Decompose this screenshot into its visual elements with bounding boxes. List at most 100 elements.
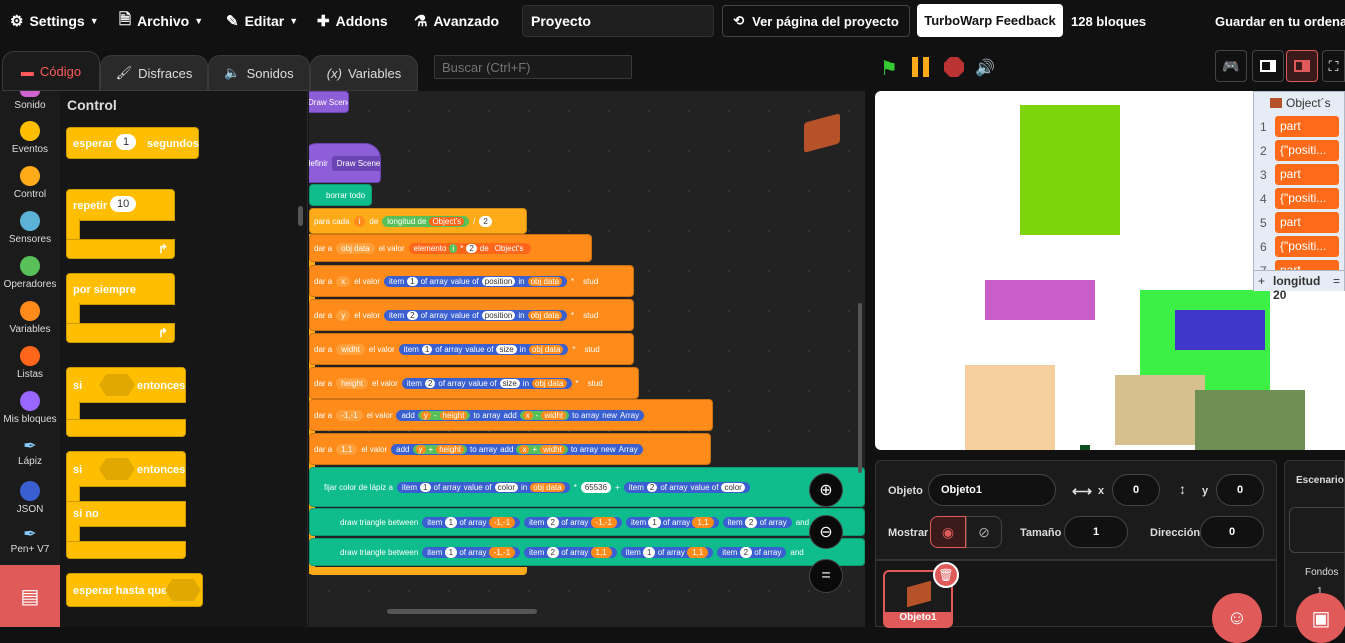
block-param[interactable]: 2 <box>744 516 758 528</box>
tab-sounds[interactable]: 🔈 Sonidos <box>208 55 310 91</box>
y-input[interactable]: 0 <box>1216 474 1264 506</box>
block-param[interactable]: y <box>336 309 351 321</box>
category-pen[interactable]: ✒ Lápiz <box>0 436 60 467</box>
direction-input[interactable]: 0 <box>1200 516 1264 548</box>
clear-block[interactable]: borrar todo <box>309 184 372 206</box>
block-param[interactable]: color <box>494 482 518 492</box>
block-param[interactable]: 2 <box>739 546 753 558</box>
add-sprite-button[interactable]: ☺ <box>1212 593 1262 643</box>
repeat-block[interactable]: repetir 10 <box>66 189 175 221</box>
pause-button[interactable] <box>912 57 932 77</box>
block-param[interactable]: y <box>415 444 426 454</box>
add-extension-button[interactable]: ▤ <box>0 565 60 627</box>
category-lists[interactable]: Listas <box>0 346 60 380</box>
list-value[interactable]: part <box>1275 260 1339 270</box>
mute-button[interactable]: 🔊 <box>975 58 995 78</box>
stage-thumbnail[interactable] <box>1289 507 1345 553</box>
pen-color-block[interactable]: fijar color de lápiz a item 1 of array valu… <box>309 467 865 507</box>
block-param[interactable]: 1,1 <box>692 516 714 528</box>
block-param[interactable]: obj data <box>532 378 567 388</box>
save-button[interactable]: Guardar en tu ordenado <box>1215 0 1345 42</box>
stop-button[interactable] <box>944 57 964 77</box>
sprite-name-input[interactable]: Objeto1 <box>928 474 1056 506</box>
block-param[interactable]: 2 <box>546 516 559 528</box>
delete-sprite-button[interactable]: 🗑 <box>933 562 959 588</box>
block-param[interactable]: 1 <box>648 516 661 528</box>
gamepad-button[interactable]: 🎮 <box>1215 50 1247 82</box>
see-project-button[interactable]: ⟲ Ver página del proyecto <box>722 5 910 37</box>
block-param[interactable]: i <box>353 215 366 227</box>
block-param[interactable]: obj data <box>527 276 563 286</box>
block-param[interactable]: x <box>519 444 530 454</box>
list-item[interactable]: 2 {"positi... <box>1258 140 1342 162</box>
block-param[interactable]: x <box>336 275 351 287</box>
block-param[interactable]: 2 <box>466 243 477 253</box>
palette-scrollbar[interactable] <box>298 206 303 226</box>
block-param[interactable]: Object's <box>429 216 465 226</box>
list-item[interactable]: 3 part <box>1258 164 1342 186</box>
wait-until-block[interactable]: esperar hasta que <box>66 573 203 607</box>
list-item[interactable]: 6 {"positi... <box>1258 236 1342 258</box>
set-obj-data-block[interactable]: dar a obj data el valor elemento i * 2 de Objec… <box>309 234 592 262</box>
block-param[interactable]: widht <box>541 410 567 420</box>
block-param[interactable]: 65536 <box>580 481 612 493</box>
block-param[interactable]: 1 <box>444 546 458 558</box>
tab-costumes[interactable]: 🖌 Disfraces <box>100 55 208 91</box>
search-input[interactable] <box>434 55 632 79</box>
block-param[interactable]: height <box>336 377 369 389</box>
stage-panel[interactable]: Escenario Fondos 1 ▣ <box>1284 460 1345 643</box>
small-stage-button[interactable] <box>1252 50 1284 82</box>
block-param[interactable]: widht <box>336 343 365 355</box>
draw-triangle-block-1[interactable]: draw triangle between item 1 of array -1… <box>309 508 865 536</box>
list-value[interactable]: part <box>1275 164 1339 185</box>
green-flag-button[interactable]: ⚑ <box>880 56 898 81</box>
zoom-out-button[interactable]: ⊖ <box>809 515 843 549</box>
block-param[interactable]: size <box>496 344 517 354</box>
block-param[interactable]: Array <box>620 411 639 420</box>
add-item-button[interactable]: + <box>1258 274 1265 288</box>
block-param[interactable]: 1 <box>444 516 458 528</box>
block-param[interactable]: 1 <box>643 546 656 558</box>
list-monitor[interactable]: Object´s 1 part 2 {"positi... 3 part 4 {"pos… <box>1253 91 1345 302</box>
block-param[interactable]: widht <box>540 444 565 454</box>
block-param[interactable]: position <box>481 276 516 286</box>
wait-value-input[interactable]: 1 <box>116 134 137 150</box>
category-control[interactable]: Control <box>0 166 60 200</box>
tab-code[interactable]: ▬ Código <box>2 51 100 91</box>
forever-block[interactable]: por siempre <box>66 273 175 305</box>
block-param[interactable]: 2 <box>479 215 492 227</box>
block-param[interactable]: -1,-1 <box>336 409 363 421</box>
zoom-reset-button[interactable]: = <box>809 559 843 593</box>
block-param[interactable]: stud <box>579 343 605 355</box>
set-p11-block[interactable]: dar a 1,1 el valor add y + height to array add x… <box>309 433 711 465</box>
list-value[interactable]: {"positi... <box>1275 140 1339 161</box>
category-sensing[interactable]: Sensores <box>0 211 60 245</box>
repeat-value-input[interactable]: 10 <box>110 196 137 212</box>
show-hidden-button[interactable]: ⊘ <box>966 516 1002 548</box>
size-input[interactable]: 1 <box>1064 516 1128 548</box>
condition-slot[interactable] <box>165 579 201 601</box>
set-m11-block[interactable]: dar a -1,-1 el valor add y - height to array ad… <box>309 399 713 431</box>
add-backdrop-button[interactable]: ▣ <box>1296 593 1345 643</box>
for-each-block[interactable]: para cada i de longitud de Object's / 2 <box>309 208 527 234</box>
block-param[interactable]: color <box>721 482 745 492</box>
tab-variables[interactable]: (x) Variables <box>310 55 418 91</box>
list-value[interactable]: part <box>1275 212 1339 233</box>
block-param[interactable]: 1,1 <box>336 443 358 455</box>
list-value[interactable]: {"positi... <box>1275 188 1339 209</box>
draw-triangle-block-2[interactable]: draw triangle between item 1 of array -1… <box>309 538 865 566</box>
block-param[interactable]: 1,1 <box>687 546 709 558</box>
block-param[interactable]: height <box>439 410 468 420</box>
list-item[interactable]: 5 part <box>1258 212 1342 234</box>
list-item[interactable]: 4 {"positi... <box>1258 188 1342 210</box>
block-param[interactable]: obj data <box>530 482 565 492</box>
settings-menu[interactable]: ⚙ Settings ▼ <box>10 0 99 42</box>
block-param[interactable]: obj data <box>528 344 564 354</box>
if-else-block[interactable]: si entonces <box>66 451 186 487</box>
block-param[interactable]: size <box>499 378 520 388</box>
list-value[interactable]: {"positi... <box>1275 236 1339 257</box>
category-operators[interactable]: Operadores <box>0 256 60 290</box>
set-x-block[interactable]: dar a x el valor item 1 of array value of posi… <box>309 265 634 297</box>
block-param[interactable]: 2 <box>424 378 436 388</box>
block-param[interactable]: height <box>436 444 464 454</box>
